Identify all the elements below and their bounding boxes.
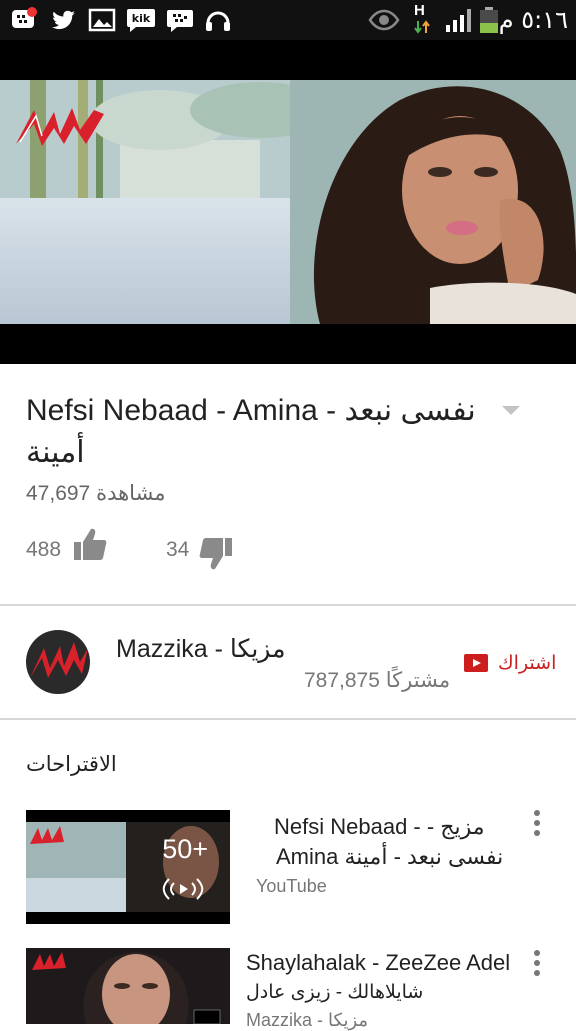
bbm-notification-icon bbox=[12, 7, 37, 28]
suggestion-title[interactable]: Nefsi Nebaad - - مزيج bbox=[274, 812, 485, 842]
subscribers-number: 787,875 bbox=[304, 669, 380, 692]
chevron-down-icon[interactable] bbox=[500, 404, 522, 418]
status-bar: kik H ٥:١٦ م bbox=[0, 0, 576, 40]
more-options-icon[interactable] bbox=[532, 810, 542, 838]
suggestion-channel: YouTube bbox=[256, 876, 327, 896]
video-frame[interactable] bbox=[0, 80, 576, 324]
clock: ٥:١٦ م bbox=[498, 6, 568, 34]
twitter-icon bbox=[52, 10, 75, 30]
subscribers-label: مشتركًا bbox=[385, 669, 451, 692]
like-count: 488 bbox=[26, 538, 62, 561]
mazzika-logo bbox=[16, 108, 104, 146]
playlist-count: 50+ bbox=[162, 834, 208, 864]
svg-text:kik: kik bbox=[132, 12, 151, 25]
view-count: مشاهدة 47,697 bbox=[26, 481, 166, 506]
divider bbox=[0, 604, 576, 606]
network-h-icon: H bbox=[413, 2, 431, 36]
suggestion-channel: Mazzika - مزيكا bbox=[246, 1010, 369, 1030]
thumbs-up-icon[interactable] bbox=[72, 526, 108, 562]
subscribe-label: اشتراك bbox=[498, 652, 557, 674]
mazzika-logo bbox=[30, 642, 88, 678]
subscribe-button[interactable]: اشتراك bbox=[464, 648, 556, 678]
mix-icon bbox=[162, 878, 204, 900]
channel-name[interactable]: Mazzika - مزيكا bbox=[116, 634, 285, 664]
battery-icon bbox=[480, 7, 498, 33]
views-number: 47,697 bbox=[26, 482, 91, 505]
headphones-icon bbox=[206, 11, 230, 31]
suggestion-title-line2[interactable]: Amina نفسى نبعد - أمينة bbox=[276, 842, 503, 872]
video-person bbox=[290, 80, 576, 324]
suggestion-thumbnail[interactable] bbox=[26, 948, 230, 1024]
views-label: مشاهدة bbox=[96, 482, 166, 505]
suggestion-title[interactable]: Shaylahalak - ZeeZee Adel bbox=[246, 948, 510, 978]
suggestion-title-line2[interactable]: شايلاهالك - زيزى عادل bbox=[246, 978, 423, 1008]
subscriber-count: مشتركًا 787,875 bbox=[304, 668, 450, 693]
channel-avatar[interactable] bbox=[26, 630, 90, 694]
kik-icon: kik bbox=[127, 9, 155, 32]
thumbnail-image bbox=[26, 948, 230, 1024]
thumbs-down-icon[interactable] bbox=[198, 536, 234, 572]
signal-icon bbox=[446, 9, 471, 32]
dislike-count: 34 bbox=[166, 538, 190, 561]
divider bbox=[0, 718, 576, 720]
suggestions-header: الاقتراحات bbox=[26, 753, 117, 776]
bbm-icon bbox=[167, 10, 193, 32]
gallery-icon bbox=[88, 8, 116, 32]
eye-icon bbox=[368, 9, 400, 31]
suggestion-thumbnail[interactable]: 50+ bbox=[26, 810, 230, 924]
youtube-icon bbox=[464, 654, 488, 672]
video-title: Nefsi Nebaad - Amina - نفسى نبعد أمينة bbox=[26, 394, 476, 469]
more-options-icon[interactable] bbox=[532, 950, 542, 978]
